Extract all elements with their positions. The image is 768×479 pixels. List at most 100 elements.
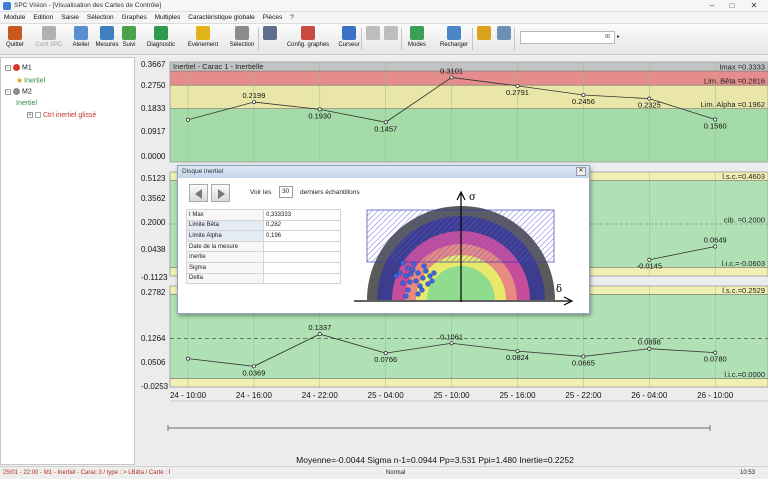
data-point[interactable] [713, 244, 718, 249]
x-tick-label: 24 - 10:00 [170, 391, 207, 400]
menu-multiples[interactable]: Multiples [151, 12, 185, 23]
next-button[interactable] [211, 184, 230, 202]
maximize-button[interactable]: □ [724, 1, 740, 11]
collapse-icon[interactable]: − [5, 88, 11, 95]
parameter-row: Limite Bêta 0,282 [186, 219, 341, 232]
chevron-right-icon[interactable]: ▸ [617, 33, 620, 40]
collapse-icon[interactable]: − [5, 64, 11, 71]
parameter-name: I Max [186, 209, 264, 221]
crosshair-icon [342, 26, 356, 40]
close-button[interactable]: ✕ [746, 1, 762, 11]
evenement-button[interactable]: Evénement [185, 26, 221, 53]
atelier-button[interactable]: Atelier [70, 26, 92, 53]
menu-saisie[interactable]: Saisie [57, 12, 83, 23]
point-label: 0.0369 [242, 368, 265, 377]
modes-button[interactable]: Modes [404, 26, 430, 53]
point-label: 0.3101 [440, 66, 463, 75]
recharger-button[interactable]: Recharger [438, 26, 470, 53]
data-point[interactable] [449, 341, 454, 346]
point-label: 0.0649 [704, 235, 727, 244]
x-tick-label: 24 - 22:00 [302, 391, 339, 400]
limit-label: Imax =0.3333 [719, 63, 765, 72]
quitter-label: Quitter [5, 42, 24, 48]
data-point[interactable] [647, 346, 652, 351]
zoom-out-button[interactable] [496, 26, 512, 53]
data-point[interactable] [251, 100, 256, 104]
tree-node-0[interactable]: − M1 [5, 64, 32, 71]
limit-label: cib. =0.2000 [724, 216, 765, 225]
selection-button[interactable]: Sélection [228, 26, 256, 53]
menu-edition[interactable]: Edition [29, 12, 57, 23]
suivi-label: Suivi [122, 42, 136, 48]
menu-graphes[interactable]: Graphes [118, 12, 151, 23]
imprimer-button[interactable] [262, 26, 278, 53]
arrow-right-icon [218, 189, 225, 199]
y-tick-label: 0.5123 [141, 174, 166, 183]
outil-b-button[interactable] [383, 26, 399, 53]
y-tick-label: 0.0000 [141, 152, 166, 161]
zoom-combo[interactable]: ⊞ [520, 31, 615, 44]
point-label: 0.1560 [704, 121, 727, 130]
outil-a-button[interactable] [365, 26, 381, 53]
menu-caracteristique-globale[interactable]: Caractéristique globale [184, 12, 258, 23]
cont-spc-button[interactable]: Cont SPC [34, 26, 64, 53]
inertial-disk-plot: σδ [354, 190, 574, 306]
mesures-button[interactable]: Mesures [95, 26, 119, 53]
x-tick-label: 25 - 16:00 [499, 391, 536, 400]
tree-node-4[interactable]: + Ctrl inertiel glissé [27, 112, 96, 119]
curseur-button[interactable]: Curseur [336, 26, 362, 53]
machine-icon [13, 64, 20, 71]
measurement-point [420, 275, 426, 281]
reload-icon [447, 26, 461, 40]
measurement-point [397, 270, 403, 276]
menu-selection[interactable]: Sélection [83, 12, 118, 23]
tree-node-1[interactable]: ★Inertiel [16, 76, 45, 85]
parameter-name: Inertie [186, 251, 264, 263]
diagnostic-button[interactable]: Diagnostic [145, 26, 177, 53]
y-tick-label: 0.0917 [141, 127, 166, 136]
menu-module[interactable]: Module [0, 12, 29, 23]
x-tick-label: 25 - 22:00 [565, 391, 602, 400]
dialog-close-button[interactable]: ✕ [576, 167, 586, 176]
point-label: 0.2325 [638, 101, 661, 110]
previous-button[interactable] [189, 184, 208, 202]
minimize-button[interactable]: – [704, 1, 720, 11]
data-point[interactable] [317, 332, 322, 337]
zoom-in-button[interactable] [476, 26, 492, 53]
combo-button[interactable]: ⊞ [605, 33, 610, 40]
data-point[interactable] [186, 117, 190, 122]
x-tick-label: 26 - 10:00 [697, 391, 734, 400]
measurement-point [419, 287, 425, 293]
menu-bar: Module Edition Saisie Sélection Graphes Multi… [0, 12, 768, 24]
x-tick-label: 26 - 04:00 [631, 391, 668, 400]
measurement-point [425, 281, 431, 287]
toolbar-separator [401, 28, 402, 50]
point-label: 0.1457 [374, 124, 397, 133]
menu-help[interactable]: ? [286, 12, 298, 23]
data-point[interactable] [186, 356, 190, 361]
point-label: -0.0145 [637, 262, 662, 271]
title-bar: SPC Vision - [Visualisation des Cartes d… [0, 0, 768, 12]
expand-icon[interactable]: + [27, 112, 33, 119]
tree-node-3[interactable]: Inertiel [16, 100, 37, 107]
menu-pieces[interactable]: Pièces [259, 12, 287, 23]
zoom-in-icon [477, 26, 491, 40]
trend-chart-icon [122, 26, 136, 40]
samples-count-input[interactable]: 30 [279, 186, 293, 198]
cont-spc-label: Cont SPC [35, 42, 63, 48]
measurement-point [415, 270, 421, 276]
parameter-row: I Max 0,333333 [186, 209, 341, 221]
parameter-row: Delta [186, 272, 341, 285]
config-graphes-button[interactable]: Config. graphes [286, 26, 330, 53]
parameter-value [263, 240, 341, 253]
tree-node-2[interactable]: − M2 [5, 88, 32, 95]
flag-icon [196, 26, 210, 40]
app-icon [3, 2, 11, 10]
wrench-icon [42, 26, 56, 40]
chart-1[interactable]: Imax =0.3333 Lim. Bêta =0.2816 Lim. Alpha … [141, 60, 768, 163]
data-point[interactable] [449, 75, 454, 80]
suivi-button[interactable]: Suivi [120, 26, 138, 53]
status-bar: 25/01 - 22:00 - M1 - Inertiel - Carac 3 … [0, 466, 768, 479]
measurement-point [405, 265, 411, 271]
quitter-button[interactable]: Quitter [4, 26, 26, 53]
